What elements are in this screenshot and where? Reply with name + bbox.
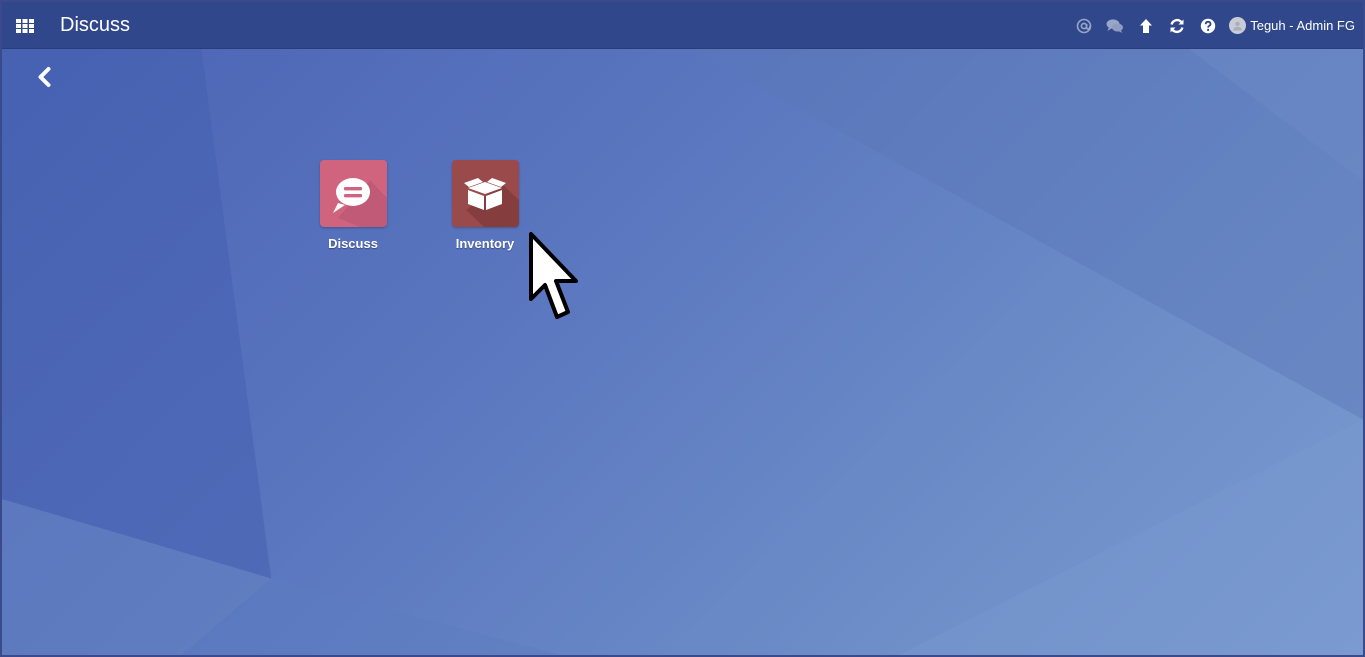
refresh-button[interactable] — [1161, 2, 1192, 49]
app-label: Inventory — [455, 236, 515, 251]
box-icon — [463, 178, 519, 227]
avatar — [1229, 17, 1247, 34]
chat-bubbles-icon — [1106, 18, 1123, 33]
grid-icon[interactable] — [15, 18, 35, 34]
help-icon — [1200, 18, 1215, 33]
app-label: Discuss — [328, 236, 378, 251]
at-icon — [1076, 18, 1092, 33]
help-button[interactable] — [1192, 2, 1223, 49]
top-navbar: Discuss Teguh - Admin FG — [2, 2, 1363, 49]
user-avatar-icon — [1233, 21, 1243, 31]
screen: Discuss Teguh - Admin FG Discuss Invento… — [0, 0, 1365, 657]
inventory-app-icon — [451, 160, 519, 227]
mentions-button[interactable] — [1068, 2, 1099, 49]
user-name: Teguh - Admin FG — [1250, 18, 1355, 33]
discuss-app-icon — [319, 160, 387, 227]
app-tile-inventory[interactable]: Inventory — [430, 160, 540, 251]
user-menu[interactable]: Teguh - Admin FG — [1229, 17, 1355, 34]
systray: Teguh - Admin FG — [1068, 2, 1355, 49]
background-pattern — [2, 48, 1363, 655]
arrow-up-icon — [1139, 18, 1152, 33]
page-title: Discuss — [60, 14, 131, 36]
chevron-left-icon[interactable] — [32, 64, 58, 90]
app-tile-discuss[interactable]: Discuss — [298, 160, 408, 251]
refresh-icon — [1170, 18, 1184, 33]
messages-button[interactable] — [1099, 2, 1130, 49]
upgrade-button[interactable] — [1130, 2, 1161, 49]
chat-bubble-icon — [332, 178, 387, 227]
